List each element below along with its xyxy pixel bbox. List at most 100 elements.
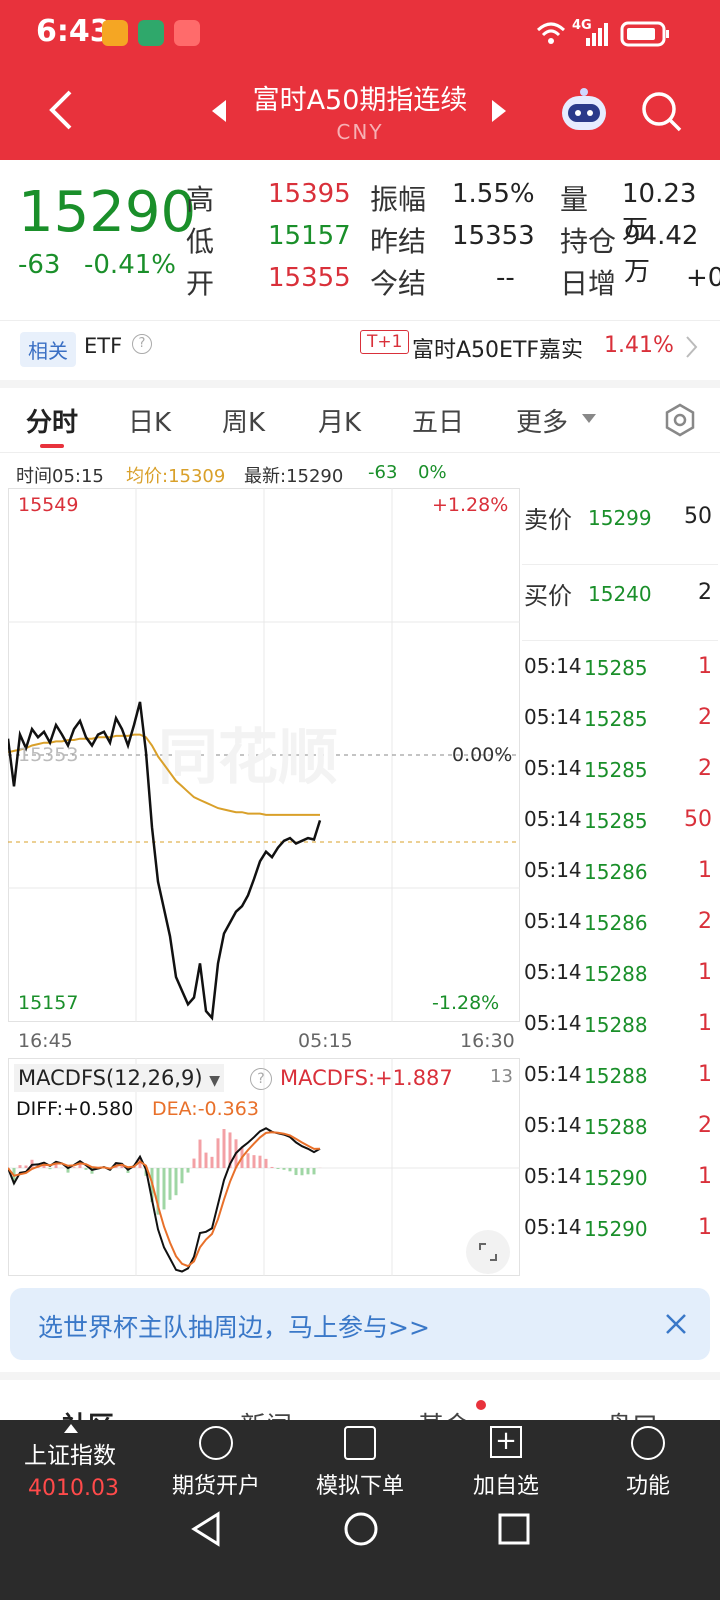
prev-settle-value: 15353 (452, 221, 535, 251)
tab-intraday[interactable]: 分时 (26, 402, 78, 439)
divider (0, 320, 720, 321)
trade-time: 05:14 (524, 705, 582, 729)
trade-time: 05:14 (524, 1164, 582, 1188)
nav-futures-account[interactable]: 期货开户 (156, 1420, 276, 1510)
trade-row: 05:14 15290 1 (522, 1215, 720, 1255)
x-start-label: 16:45 (18, 1030, 73, 1052)
low-value: 15157 (268, 221, 351, 251)
trade-volume: 2 (698, 705, 712, 730)
macd-bar (48, 1168, 52, 1170)
trade-time: 05:14 (524, 1113, 582, 1137)
buy-label: 买价 (524, 582, 572, 610)
macd-bar (18, 1165, 22, 1168)
macd-bar (312, 1168, 316, 1175)
macd-bar (294, 1168, 298, 1176)
android-home-icon[interactable] (342, 1510, 380, 1548)
y-max-price: 15549 (18, 494, 79, 516)
macd-bar (300, 1168, 304, 1176)
caret-up-icon (64, 1424, 78, 1433)
trade-price: 15288 (584, 1064, 648, 1088)
trade-price: 15286 (584, 911, 648, 935)
macd-bar (198, 1139, 202, 1168)
search-icon[interactable] (640, 90, 684, 134)
daily-increase-value: +0 (686, 263, 720, 293)
chevron-right-icon (686, 336, 698, 358)
trade-row: 05:14 15286 2 (522, 909, 720, 949)
expand-chart-button[interactable] (466, 1230, 510, 1274)
expand-icon (479, 1243, 497, 1261)
trade-volume: 1 (698, 1215, 712, 1240)
tab-daily-k[interactable]: 日K (128, 402, 171, 439)
macd-diff: DIFF:+0.580 (16, 1098, 134, 1120)
trade-time: 05:14 (524, 909, 582, 933)
nav-label: 功能 (625, 1474, 670, 1499)
help-icon[interactable]: ? (132, 334, 152, 354)
chart-avg-price: 均价:15309 (126, 466, 226, 487)
app-notification-icon (174, 20, 200, 46)
trade-price: 15288 (584, 1013, 648, 1037)
tab-more[interactable]: 更多 (516, 402, 568, 439)
page-title: 富时A50期指连续 (252, 85, 468, 116)
tab-five-day[interactable]: 五日 (412, 402, 464, 439)
macd-selector[interactable]: MACDFS(12,26,9) ▼ (14, 1064, 224, 1092)
trade-price: 15290 (584, 1166, 648, 1190)
robot-assistant-icon[interactable] (558, 86, 610, 134)
caret-down-icon: ▼ (209, 1073, 220, 1089)
macd-dea: DEA:-0.363 (152, 1098, 259, 1120)
intraday-chart[interactable]: 同花顺 (8, 488, 520, 1022)
related-etf-bar[interactable]: 相关 ETF ? T+1 富时A50ETF嘉实 1.41% (0, 322, 720, 380)
nav-paper-trade[interactable]: 模拟下单 (300, 1420, 420, 1510)
daily-increase-label: 日增 (560, 267, 617, 300)
trade-price: 15285 (584, 809, 648, 833)
prev-settle-label: 昨结 (370, 225, 427, 258)
related-tag: 相关 (20, 332, 76, 367)
amplitude-label: 振幅 (370, 183, 427, 216)
trade-volume: 1 (698, 960, 712, 985)
trade-row: 05:14 15285 1 (522, 654, 720, 694)
trade-price: 15285 (584, 758, 648, 782)
trade-price: 15286 (584, 860, 648, 884)
macd-bar (282, 1168, 286, 1170)
bottom-nav: 上证指数 4010.03 期货开户 模拟下单 + 加自选 功能 (0, 1420, 720, 1600)
sell-volume: 50 (684, 504, 712, 529)
macd-bar (252, 1155, 256, 1168)
macd-bar (174, 1168, 178, 1196)
android-recents-icon[interactable] (496, 1510, 532, 1548)
chart-change: -63 (368, 462, 398, 483)
tab-weekly-k[interactable]: 周K (222, 402, 265, 439)
macd-bar (222, 1129, 226, 1168)
open-label: 开 (186, 267, 215, 300)
sell-label: 卖价 (524, 506, 572, 534)
settings-icon[interactable] (662, 402, 698, 438)
trade-row: 05:14 15286 1 (522, 858, 720, 898)
macd-bar (216, 1138, 220, 1168)
close-icon[interactable] (664, 1312, 688, 1336)
signal-icon (586, 23, 608, 46)
trade-volume: 1 (698, 654, 712, 679)
macd-bar (162, 1168, 166, 1210)
trade-price: 15285 (584, 707, 648, 731)
macd-histogram (12, 1129, 322, 1215)
document-icon (344, 1426, 376, 1460)
app-notification-icon (138, 20, 164, 46)
trade-volume: 1 (698, 858, 712, 883)
index-name[interactable]: 上证指数 (24, 1436, 116, 1470)
help-icon[interactable]: ? (250, 1068, 272, 1090)
divider (0, 452, 720, 453)
nav-add-watchlist[interactable]: + 加自选 (446, 1420, 566, 1510)
macd-bar (54, 1164, 58, 1168)
nav-functions[interactable]: 功能 (588, 1420, 708, 1510)
tab-monthly-k[interactable]: 月K (318, 402, 361, 439)
compass-icon (199, 1426, 233, 1460)
macd-bar (276, 1168, 280, 1169)
trade-volume: 1 (698, 1011, 712, 1036)
wifi-icon (536, 22, 566, 44)
price-change: -63 (18, 250, 61, 280)
next-contract-icon[interactable] (492, 100, 506, 122)
x-mid-label: 05:15 (298, 1030, 353, 1052)
promo-banner[interactable]: 选世界杯主队抽周边，马上参与>> (10, 1288, 710, 1360)
macd-bar (84, 1168, 88, 1170)
trade-row: 05:14 15290 1 (522, 1164, 720, 1204)
y-max-pct: +1.28% (432, 494, 509, 516)
android-back-icon[interactable] (188, 1510, 224, 1548)
